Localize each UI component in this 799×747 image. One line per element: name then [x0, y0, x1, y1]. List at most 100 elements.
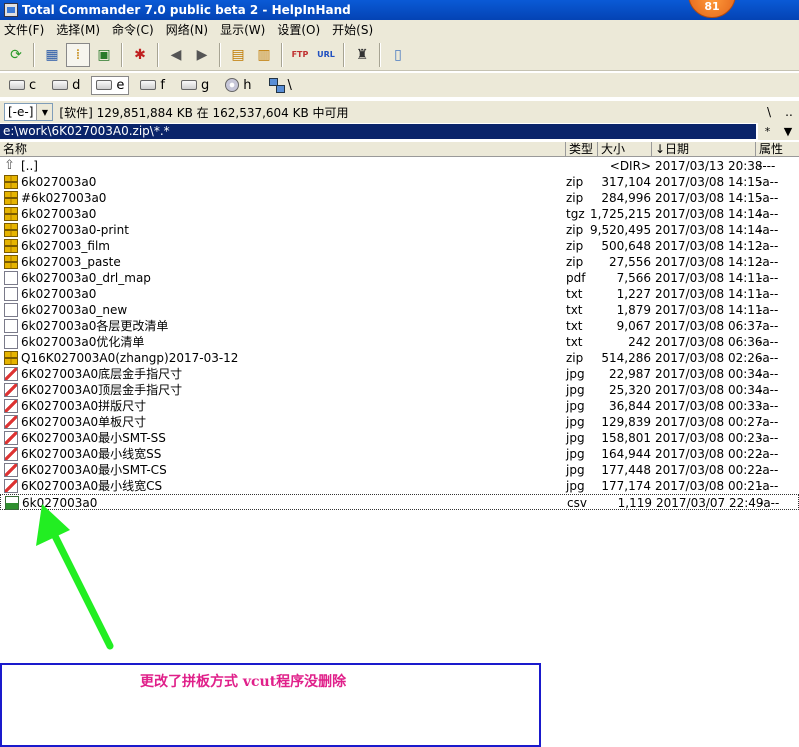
- unpack-icon[interactable]: ▥: [252, 43, 276, 67]
- file-name: 6k027003a0_drl_map: [21, 271, 151, 285]
- file-attr: -a--: [758, 335, 779, 349]
- refresh-icon[interactable]: ⟳: [4, 43, 28, 67]
- file-row[interactable]: 6k027003a0 txt 1,227 2017/03/08 14:11 -a--: [0, 286, 799, 302]
- file-row[interactable]: 6K027003A0单板尺寸 jpg 129,839 2017/03/08 00:27…: [0, 414, 799, 430]
- file-row[interactable]: 6k027003a0-print zip 9,520,495 2017/03/08 1…: [0, 222, 799, 238]
- file-row[interactable]: 6k027003a0_drl_map pdf 7,566 2017/03/08 14:…: [0, 270, 799, 286]
- file-row[interactable]: 6k027003a0_new txt 1,879 2017/03/08 14:11 -a…: [0, 302, 799, 318]
- thumbnail-view-icon[interactable]: ▣: [92, 43, 116, 67]
- drive-label: g: [201, 77, 210, 93]
- menu-show[interactable]: 显示(W): [220, 21, 265, 38]
- menu-network[interactable]: 网络(N): [166, 21, 208, 38]
- file-date: 2017/03/08 14:11: [655, 303, 763, 317]
- file-date: 2017/03/08 00:27: [655, 415, 763, 429]
- file-attr: -a--: [758, 175, 779, 189]
- pack-icon[interactable]: ▤: [226, 43, 250, 67]
- file-row[interactable]: 6K027003A0拼版尺寸 jpg 36,844 2017/03/08 00:33-…: [0, 398, 799, 414]
- drive-label: f: [160, 77, 165, 93]
- menu-commands[interactable]: 命令(C): [112, 21, 154, 38]
- file-name: 6K027003A0单板尺寸: [21, 415, 147, 429]
- drive-combo[interactable]: [-e-] ▼: [4, 103, 54, 121]
- drive-button-e[interactable]: e: [91, 75, 130, 95]
- file-row[interactable]: 6k027003a0 zip 317,104 2017/03/08 14:15 -a--: [0, 174, 799, 190]
- current-path[interactable]: e:\work\6K027003A0.zip\*.*: [0, 124, 756, 139]
- forward-icon[interactable]: ▶: [190, 43, 214, 67]
- file-ext: zip: [566, 191, 584, 205]
- menu-configuration[interactable]: 设置(O): [277, 21, 320, 38]
- image-icon: [4, 415, 18, 429]
- file-attr: -a--: [758, 239, 779, 253]
- annotation-text: 更改了拼板方式 vcut程序没删除: [140, 674, 347, 690]
- file-row[interactable]: 6K027003A0顶层金手指尺寸 jpg 25,320 2017/03/08 00:…: [0, 382, 799, 398]
- file-date: 2017/03/07 22:49: [656, 496, 764, 510]
- file-row[interactable]: 6K027003A0最小SMT-SS jpg 158,801 2017/03/08 0…: [0, 430, 799, 446]
- file-size: 1,879: [616, 303, 651, 317]
- image-icon: [4, 383, 18, 397]
- notepad-icon[interactable]: ▯: [386, 43, 410, 67]
- file-row[interactable]: 6K027003A0最小线宽CS jpg 177,174 2017/03/08 00:…: [0, 478, 799, 494]
- file-ext: pdf: [566, 271, 586, 285]
- file-row[interactable]: 6k027003a0优化清单 txt 242 2017/03/08 06:36 -a--: [0, 334, 799, 350]
- path-tools: * ▼: [758, 123, 799, 140]
- chevron-down-icon[interactable]: ▼: [36, 104, 53, 120]
- document-icon: [4, 303, 18, 317]
- full-view-icon[interactable]: ⁞: [66, 42, 90, 67]
- menu-select[interactable]: 选择(M): [56, 21, 100, 38]
- column-size[interactable]: 大小: [598, 142, 652, 157]
- image-icon: [4, 399, 18, 413]
- column-ext[interactable]: 类型: [566, 142, 598, 157]
- column-date[interactable]: ↓日期: [652, 142, 756, 157]
- annotation-box: 更改了拼板方式 vcut程序没删除: [0, 663, 541, 747]
- file-name: Q16K027003A0(zhangp)2017-03-12: [21, 351, 239, 365]
- file-row[interactable]: #6k027003a0 zip 284,996 2017/03/08 14:15 -a-…: [0, 190, 799, 206]
- file-ext: jpg: [566, 431, 585, 445]
- archive-icon: [4, 223, 18, 237]
- file-date: 2017/03/08 14:12: [655, 239, 763, 253]
- menu-file[interactable]: 文件(F): [4, 21, 44, 38]
- column-attr[interactable]: 属性: [756, 142, 799, 157]
- cdrom-icon: [225, 78, 240, 92]
- file-row[interactable]: 6K027003A0底层金手指尺寸 jpg 22,987 2017/03/08 00:…: [0, 366, 799, 382]
- file-size: 22,987: [609, 367, 651, 381]
- drive-button-h[interactable]: h: [220, 76, 256, 95]
- hard-drive-icon: [96, 80, 113, 90]
- url-icon[interactable]: URL: [314, 43, 338, 67]
- drive-button-g[interactable]: g: [176, 76, 214, 95]
- file-row[interactable]: Q16K027003A0(zhangp)2017-03-12 zip 514,286…: [0, 350, 799, 366]
- invert-selection-icon[interactable]: ✱: [128, 43, 152, 67]
- drive-button-c[interactable]: c: [4, 76, 41, 95]
- file-row[interactable]: 6K027003A0最小SMT-CS jpg 177,448 2017/03/08 0…: [0, 462, 799, 478]
- toolbar-separator: [33, 42, 35, 67]
- menu-start[interactable]: 开始(S): [332, 21, 373, 38]
- file-date: 2017/03/08 14:12: [655, 255, 763, 269]
- file-row[interactable]: 6k027003_paste zip 27,556 2017/03/08 14:12-…: [0, 254, 799, 270]
- drive-button-f[interactable]: f: [135, 76, 170, 95]
- history-button[interactable]: ▼: [784, 125, 792, 138]
- parent-button[interactable]: ..: [779, 105, 799, 119]
- file-row[interactable]: 6k027003a0各层更改清单 txt 9,067 2017/03/08 06:37…: [0, 318, 799, 334]
- column-name[interactable]: 名称: [0, 142, 566, 157]
- file-ext: zip: [566, 351, 584, 365]
- search-icon[interactable]: ♜: [350, 43, 374, 67]
- file-ext: jpg: [566, 447, 585, 461]
- file-attr: -a--: [758, 367, 779, 381]
- drive-button-d[interactable]: d: [47, 76, 85, 95]
- image-icon: [4, 367, 18, 381]
- file-row[interactable]: ⇧ [..] <DIR> 2017/03/13 20:38 ----: [0, 158, 799, 174]
- file-name: 6K027003A0最小SMT-CS: [21, 463, 167, 477]
- file-row[interactable]: 6K027003A0最小线宽SS jpg 164,944 2017/03/08 00:…: [0, 446, 799, 462]
- file-ext: zip: [566, 255, 584, 269]
- archive-icon: [4, 351, 18, 365]
- back-icon[interactable]: ◀: [164, 43, 188, 67]
- filter-button[interactable]: *: [765, 125, 771, 138]
- drive-button-network[interactable]: \: [263, 76, 297, 95]
- file-ext: txt: [566, 303, 583, 317]
- file-attr: -a--: [758, 383, 779, 397]
- file-row[interactable]: 6k027003a0 tgz 1,725,215 2017/03/08 14:14 -a…: [0, 206, 799, 222]
- ftp-icon[interactable]: FTP: [288, 43, 312, 67]
- root-button[interactable]: \: [759, 105, 779, 119]
- file-name: 6k027003a0: [21, 287, 97, 301]
- file-row[interactable]: 6k027003_film zip 500,648 2017/03/08 14:12-…: [0, 238, 799, 254]
- archive-icon: [4, 255, 18, 269]
- brief-view-icon[interactable]: ▦: [40, 43, 64, 67]
